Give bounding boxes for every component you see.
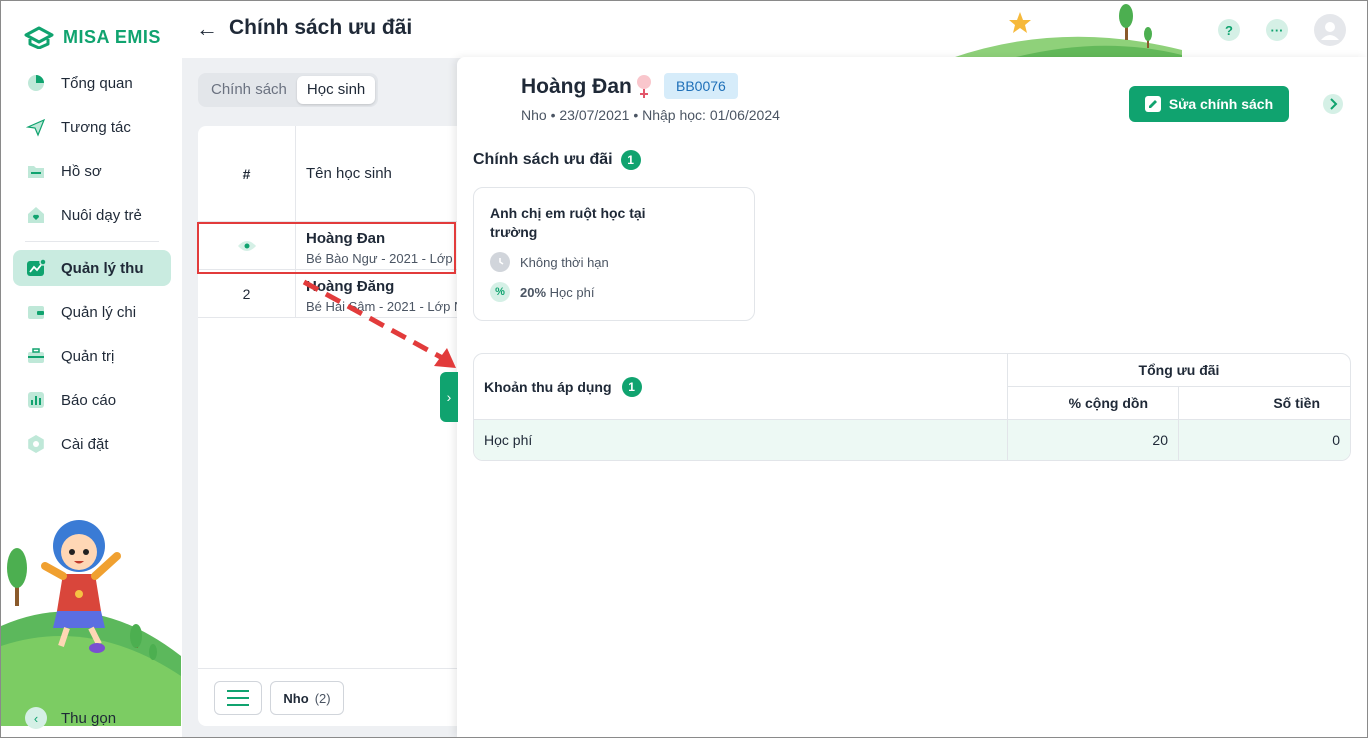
- topbar: ← Chính sách ưu đãi ? ···: [182, 0, 1368, 58]
- page-title: Chính sách ưu đãi: [229, 16, 413, 39]
- header-actions: ? ···: [1218, 14, 1346, 46]
- sidebar-item-label: Nuôi dạy trẻ: [61, 206, 142, 224]
- drawer-toggle-button[interactable]: ›: [440, 372, 458, 422]
- view-tabs: Chính sách Học sinh: [198, 73, 379, 107]
- sidebar-item-label: Tổng quan: [61, 74, 133, 92]
- policy-card[interactable]: Anh chị em ruột học tại trường Không thờ…: [473, 187, 755, 321]
- student-name-heading: Hoàng Đan: [521, 75, 632, 98]
- policy-discount-value: 20%: [520, 284, 547, 300]
- heart-home-icon: [25, 204, 47, 226]
- column-header-fee: Khoản thu áp dụng 1: [474, 354, 1008, 420]
- briefcase-icon: [25, 345, 47, 367]
- sidebar-item-tuong-tac[interactable]: Tương tác: [13, 109, 171, 145]
- policy-section-title: Chính sách ưu đãi 1: [473, 150, 641, 170]
- group-label: Nho: [283, 690, 309, 706]
- sidebar-item-label: Quản lý chi: [61, 303, 137, 321]
- table-header: # Tên học sinh: [198, 126, 488, 222]
- chevron-right-icon: [1323, 94, 1343, 114]
- female-icon: [635, 73, 653, 106]
- sidebar-item-bao-cao[interactable]: Báo cáo: [13, 382, 171, 418]
- menu-button[interactable]: [214, 681, 262, 715]
- paper-plane-icon: [25, 116, 47, 138]
- tab-hoc-sinh[interactable]: Học sinh: [296, 76, 376, 104]
- clock-icon: [490, 252, 510, 272]
- next-student-button[interactable]: [1323, 94, 1343, 119]
- nav-divider: [25, 241, 159, 242]
- policy-duration: Không thời hạn: [490, 252, 738, 272]
- bar-chart-icon: [25, 389, 47, 411]
- sidebar-item-cai-dat[interactable]: Cài đặt: [13, 426, 171, 462]
- folder-icon: [25, 160, 47, 182]
- collapse-label: Thu gọn: [61, 709, 117, 727]
- mascot-illustration: [1, 520, 181, 726]
- policy-section-label: Chính sách ưu đãi: [473, 151, 613, 168]
- sidebar-item-ho-so[interactable]: Hồ sơ: [13, 153, 171, 189]
- fee-name: Học phí: [474, 420, 1008, 460]
- sidebar-item-label: Quản trị: [61, 347, 115, 365]
- help-icon[interactable]: ?: [1218, 19, 1240, 41]
- sidebar-item-label: Báo cáo: [61, 391, 117, 409]
- tab-chinh-sach[interactable]: Chính sách: [201, 76, 297, 104]
- sidebar-item-nuoi-day-tre[interactable]: Nuôi dạy trẻ: [13, 197, 171, 233]
- column-header-percent: % cộng dồn: [1008, 387, 1179, 420]
- more-icon[interactable]: ···: [1266, 19, 1288, 41]
- misa-logo-icon: [24, 26, 54, 49]
- student-code-badge: BB0076: [664, 73, 738, 99]
- wallet-icon: [25, 301, 47, 323]
- fee-percent: 20: [1008, 420, 1179, 460]
- policy-duration-text: Không thời hạn: [520, 254, 609, 270]
- app-logo[interactable]: MISA EMIS: [23, 25, 161, 49]
- sidebar-item-quan-tri[interactable]: Quản trị: [13, 338, 171, 374]
- policy-count-badge: 1: [620, 150, 641, 170]
- back-arrow-icon[interactable]: ←: [196, 16, 218, 42]
- sidebar-item-tong-quan[interactable]: Tổng quan: [13, 65, 171, 101]
- pie-chart-icon: [25, 72, 47, 94]
- row-number: 2: [198, 270, 296, 317]
- table-row[interactable]: 2 Hoàng Đăng Bé Hải Sâm - 2021 - Lớp N: [198, 270, 488, 318]
- sidebar-item-quan-ly-thu[interactable]: Quản lý thu: [13, 250, 171, 286]
- table-row[interactable]: Học phí 20 0: [474, 420, 1350, 460]
- user-icon: [1321, 22, 1339, 40]
- fee-amount: 0: [1332, 432, 1340, 448]
- list-footer: Nho (2): [198, 668, 488, 726]
- student-detail-drawer: Hoàng Đan BB0076 Nho • 23/07/2021 • Nhập…: [457, 57, 1367, 737]
- column-header-amount: Số tiền: [1179, 387, 1350, 420]
- edit-policy-label: Sửa chính sách: [1168, 96, 1274, 112]
- sidebar-item-label: Tương tác: [61, 118, 131, 136]
- sidebar-item-quan-ly-chi[interactable]: Quản lý chi: [13, 294, 171, 330]
- sidebar-nav: Tổng quan Tương tác Hồ sơ Nuôi dạy trẻ Q…: [13, 65, 171, 470]
- policy-title: Anh chị em ruột học tại trường: [490, 205, 646, 240]
- fee-count-badge: 1: [621, 376, 642, 397]
- student-list: # Tên học sinh Hoàng Đan Bé Bào Ngư - 20…: [198, 126, 488, 726]
- gear-icon: [25, 433, 47, 455]
- selected-row-highlight: [197, 222, 456, 274]
- logo-text: MISA EMIS: [63, 26, 161, 47]
- policy-discount: % 20% Học phí: [490, 282, 738, 302]
- policy-discount-target: Học phí: [549, 284, 595, 300]
- column-header-total: Tổng ưu đãi: [1008, 354, 1350, 387]
- fee-header-label: Khoản thu áp dụng: [484, 378, 612, 395]
- applied-fees-table: Khoản thu áp dụng 1 Tổng ưu đãi % cộng d…: [473, 353, 1351, 461]
- trend-chart-icon: [25, 257, 47, 279]
- group-filter-button[interactable]: Nho (2): [270, 681, 344, 715]
- percent-icon: %: [490, 282, 510, 302]
- hamburger-icon: [227, 690, 249, 706]
- student-meta: Nho • 23/07/2021 • Nhập học: 01/06/2024: [521, 107, 780, 123]
- collapse-sidebar-button[interactable]: ‹ Thu gọn: [25, 707, 116, 729]
- edit-policy-button[interactable]: Sửa chính sách: [1129, 86, 1289, 122]
- sidebar-item-label: Hồ sơ: [61, 162, 102, 180]
- avatar[interactable]: [1314, 14, 1346, 46]
- header-decoration: [952, 4, 1182, 58]
- column-header-number: #: [198, 126, 296, 221]
- sidebar-item-label: Cài đặt: [61, 435, 109, 453]
- chevron-left-icon: ‹: [25, 707, 47, 729]
- chevron-right-icon: ›: [446, 389, 452, 405]
- sidebar: MISA EMIS Tổng quan Tương tác Hồ sơ Nuôi…: [1, 1, 181, 737]
- group-count: (2): [314, 690, 331, 706]
- sidebar-item-label: Quản lý thu: [61, 259, 144, 277]
- edit-icon: [1144, 96, 1161, 112]
